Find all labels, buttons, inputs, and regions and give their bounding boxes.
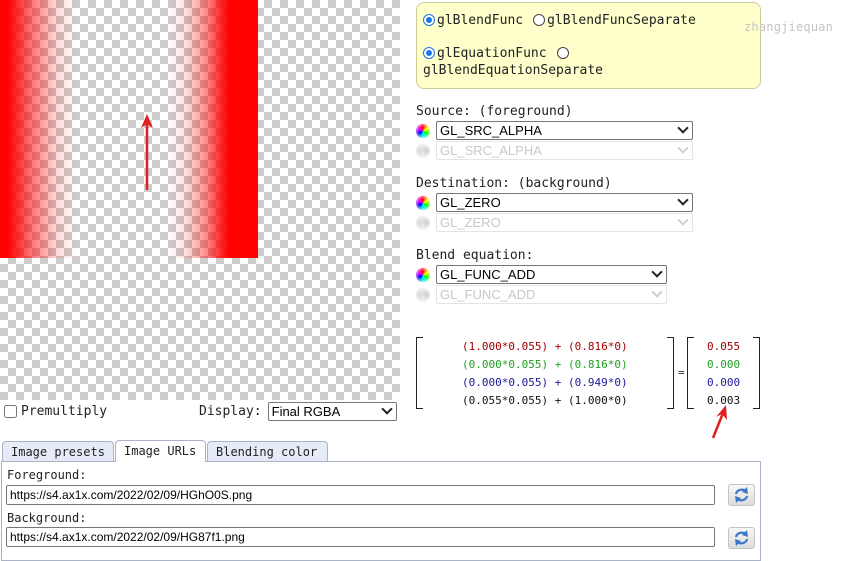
annotation-arrow-result (711, 405, 727, 439)
chevron-down-icon (651, 266, 663, 278)
tab-image-urls[interactable]: Image URLs (115, 440, 206, 462)
matrix-expr-green: (0.000*0.055) + (0.816*0) (462, 358, 628, 371)
foreground-url-label: Foreground: (7, 468, 87, 482)
radio-equation-separate[interactable] (556, 47, 571, 59)
destination-alpha-value: GL_ZERO (440, 215, 501, 230)
source-alpha-select: GL_SRC_ALPHA (436, 141, 693, 160)
radio-dot (533, 14, 546, 26)
source-rgb-value: GL_SRC_ALPHA (440, 123, 542, 138)
matrix-expr-red: (1.000*0.055) + (0.816*0) (462, 340, 628, 353)
equals-sign: = (678, 366, 685, 379)
source-alpha-value: GL_SRC_ALPHA (440, 143, 542, 158)
equation-rgb-value: GL_FUNC_ADD (440, 267, 536, 282)
background-url-label: Background: (7, 511, 87, 525)
destination-label: Destination: (background) (416, 176, 612, 191)
premultiply-checkbox[interactable] (4, 405, 17, 418)
display-row: Display: Final RGBA (199, 402, 397, 421)
color-wheel-icon[interactable] (416, 267, 430, 282)
radio-dot (556, 47, 569, 59)
foreground-url-input[interactable]: https://s4.ax1x.com/2022/02/09/HGhO0S.pn… (6, 485, 715, 505)
result-right-bracket (753, 337, 760, 409)
source-alpha-row: GL_SRC_ALPHA (416, 141, 693, 160)
foreground-image (0, 0, 258, 258)
color-wheel-icon[interactable] (416, 195, 430, 210)
radio-dot (423, 14, 435, 26)
radio-blend-func-separate[interactable]: glBlendFuncSeparate (533, 13, 696, 28)
equation-rgb-select[interactable]: GL_FUNC_ADD (436, 265, 667, 284)
source-rgb-row: GL_SRC_ALPHA (416, 121, 693, 140)
color-wheel-icon (416, 215, 430, 230)
matrix-right-bracket (667, 337, 674, 409)
destination-alpha-select: GL_ZERO (436, 213, 693, 232)
premultiply-label: Premultiply (21, 404, 108, 419)
background-reload-button[interactable] (728, 527, 755, 549)
chevron-down-icon (677, 122, 689, 134)
equation-rgb-row: GL_FUNC_ADD (416, 265, 667, 284)
display-label: Display: (199, 404, 262, 419)
destination-alpha-row: GL_ZERO (416, 213, 693, 232)
destination-rgb-row: GL_ZERO (416, 193, 693, 212)
color-wheel-icon[interactable] (416, 123, 430, 138)
result-red: 0.055 (707, 340, 741, 353)
equation-alpha-select: GL_FUNC_ADD (436, 285, 667, 304)
reload-icon (734, 487, 749, 503)
chevron-down-icon (677, 214, 689, 226)
matrix-expr-alpha: (0.055*0.055) + (1.000*0) (462, 394, 628, 407)
annotation-arrow-up (141, 114, 153, 190)
chevron-down-icon (380, 403, 393, 415)
source-rgb-select[interactable]: GL_SRC_ALPHA (436, 121, 693, 140)
reload-icon (734, 530, 749, 546)
background-url-input[interactable]: https://s4.ax1x.com/2022/02/09/HG87f1.pn… (6, 527, 715, 547)
display-select-value: Final RGBA (271, 404, 341, 419)
source-label: Source: (foreground) (416, 104, 573, 119)
watermark: zhangjiequan (744, 20, 834, 34)
result-green: 0.000 (707, 358, 741, 371)
blend-mode-box: glBlendFunc glBlendFuncSeparate glEquati… (416, 2, 761, 89)
chevron-down-icon (651, 286, 663, 298)
tab-image-presets[interactable]: Image presets (2, 441, 114, 461)
blend-equation-label: Blend equation: (416, 248, 534, 263)
radio-blend-func[interactable]: glBlendFunc (423, 13, 523, 28)
chevron-down-icon (677, 194, 689, 206)
radio-equation-func-label: glEquationFunc (437, 45, 547, 61)
radio-equation-func[interactable]: glEquationFunc (423, 46, 547, 61)
radio-blend-func-label: glBlendFunc (437, 12, 524, 28)
equation-alpha-value: GL_FUNC_ADD (440, 287, 536, 302)
destination-rgb-value: GL_ZERO (440, 195, 501, 210)
destination-rgb-select[interactable]: GL_ZERO (436, 193, 693, 212)
result-left-bracket (687, 337, 694, 409)
display-select[interactable]: Final RGBA (267, 402, 397, 421)
chevron-down-icon (677, 142, 689, 154)
color-wheel-icon (416, 287, 430, 302)
matrix-left-bracket (416, 337, 423, 409)
premultiply-row: Premultiply (4, 404, 107, 419)
equation-alpha-row: GL_FUNC_ADD (416, 285, 667, 304)
radio-dot (423, 47, 435, 59)
color-wheel-icon (416, 143, 430, 158)
radio-blend-func-separate-label: glBlendFuncSeparate (547, 12, 696, 28)
matrix-expr-blue: (0.000*0.055) + (0.949*0) (462, 376, 628, 389)
radio-equation-separate-label: glBlendEquationSeparate (423, 63, 604, 78)
tab-blending-color[interactable]: Blending color (207, 441, 328, 461)
result-blue: 0.000 (707, 376, 741, 389)
foreground-reload-button[interactable] (728, 484, 755, 506)
